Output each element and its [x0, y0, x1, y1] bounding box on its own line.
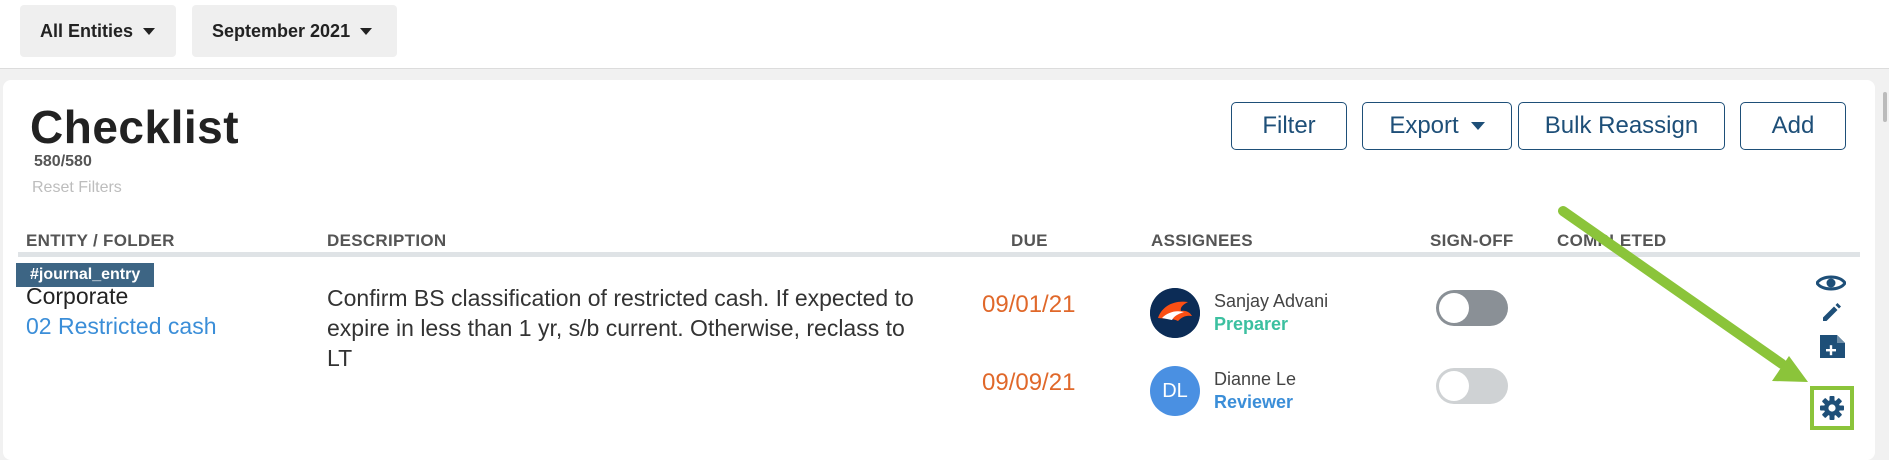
column-header-signoff[interactable]: SIGN-OFF — [1430, 231, 1514, 251]
column-header-due[interactable]: DUE — [1011, 231, 1048, 251]
caret-down-icon — [143, 27, 156, 35]
export-button[interactable]: Export — [1362, 102, 1512, 150]
eye-icon[interactable] — [1815, 272, 1847, 299]
filter-button-label: Filter — [1262, 112, 1316, 139]
settings-button[interactable] — [1810, 386, 1854, 430]
pencil-icon[interactable] — [1820, 300, 1844, 329]
column-header-assignees[interactable]: ASSIGNEES — [1151, 231, 1253, 251]
add-button[interactable]: Add — [1740, 102, 1846, 150]
entity-name: Corporate — [26, 283, 129, 309]
column-header-completed[interactable]: COMPLETED — [1557, 231, 1666, 251]
add-file-icon[interactable] — [1818, 332, 1848, 365]
gear-icon — [1820, 396, 1844, 420]
filter-button[interactable]: Filter — [1231, 102, 1347, 150]
avatar: DL — [1150, 366, 1200, 416]
assignee-role: Preparer — [1214, 314, 1289, 334]
bulk-reassign-button[interactable]: Bulk Reassign — [1518, 102, 1725, 150]
caret-down-icon — [360, 27, 373, 35]
assignee-name: Sanjay Advani — [1214, 291, 1329, 311]
add-button-label: Add — [1771, 112, 1815, 139]
column-header-entity[interactable]: ENTITY / FOLDER — [26, 231, 175, 251]
folder-link[interactable]: 02 Restricted cash — [26, 313, 216, 340]
export-button-label: Export — [1389, 112, 1459, 139]
entity-dropdown[interactable]: All Entities — [20, 5, 176, 57]
period-dropdown-label: September 2021 — [212, 20, 351, 41]
avatar-initials: DL — [1162, 379, 1188, 402]
reset-filters-link[interactable]: Reset Filters — [32, 179, 122, 197]
page-title: Checklist — [30, 101, 240, 153]
toggle-knob — [1439, 293, 1469, 323]
due-date: 09/09/21 — [982, 369, 1076, 396]
assignee-role: Reviewer — [1214, 392, 1294, 412]
item-count: 580/580 — [34, 153, 92, 170]
broncos-logo-avatar — [1150, 288, 1200, 338]
header-divider — [18, 252, 1860, 257]
assignee-name: Dianne Le — [1214, 369, 1297, 389]
task-description: Confirm BS classification of restricted … — [327, 285, 914, 371]
toggle-knob — [1439, 371, 1469, 401]
signoff-toggle[interactable] — [1436, 368, 1508, 404]
scrollbar[interactable] — [1883, 92, 1887, 122]
period-dropdown[interactable]: September 2021 — [192, 5, 397, 57]
entity-dropdown-label: All Entities — [40, 20, 134, 41]
due-date: 09/01/21 — [982, 291, 1076, 318]
bulk-reassign-button-label: Bulk Reassign — [1544, 112, 1699, 139]
column-header-description[interactable]: DESCRIPTION — [327, 231, 446, 251]
signoff-toggle[interactable] — [1436, 290, 1508, 326]
caret-down-icon — [1470, 122, 1485, 130]
